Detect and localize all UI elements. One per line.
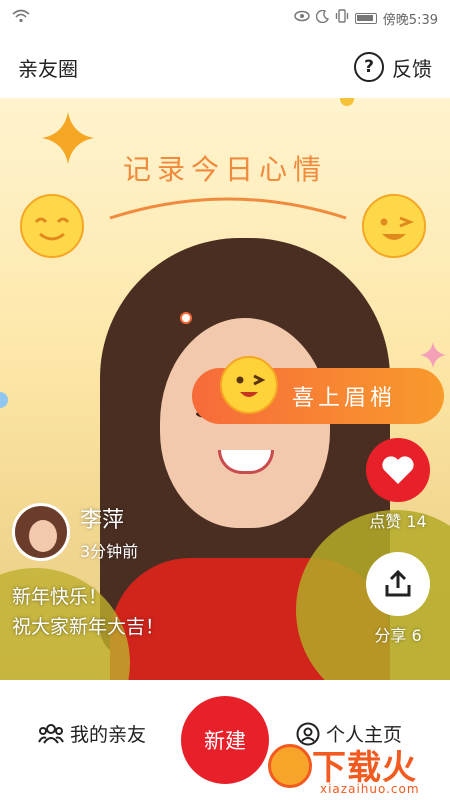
tab-my-friends-label: 我的亲友: [70, 724, 147, 746]
post-text-line: 新年快乐！: [12, 586, 108, 608]
headline-arc: [109, 197, 347, 220]
feedback-label: 反馈: [392, 56, 432, 81]
post-author[interactable]: 李萍 3分钟前: [12, 502, 138, 562]
post-text-line: 祝大家新年大吉！: [12, 616, 165, 638]
share-button[interactable]: [366, 552, 430, 616]
battery-icon: [354, 12, 377, 24]
status-time: 傍晚5:39: [382, 12, 438, 28]
mood-headline: 记录今日心情: [122, 153, 327, 186]
author-name: 李萍: [80, 508, 125, 533]
wifi-icon: [12, 9, 30, 27]
heart-icon: [382, 456, 414, 484]
new-post-button[interactable]: 新建: [181, 696, 269, 784]
post-time: 3分钟前: [80, 542, 139, 561]
watermark-sub: xiazaihuo.com: [320, 782, 420, 796]
mood-pill-label: 喜上眉梢: [292, 386, 397, 411]
friends-icon: [38, 723, 64, 744]
help-icon: ?: [354, 52, 384, 82]
wink-emoji-icon: [220, 356, 278, 414]
status-bar: 傍晚5:39: [0, 0, 450, 36]
eye-icon: [294, 10, 310, 26]
watermark-logo-icon: [268, 744, 312, 788]
slider-dot: [180, 312, 192, 324]
smile-icon: [20, 194, 84, 258]
watermark: 下载火 xiazaihuo.com: [262, 738, 450, 800]
post-text: 新年快乐！ 祝大家新年大吉！: [12, 582, 164, 642]
share-action[interactable]: 分享 6: [366, 552, 430, 646]
like-count: 点赞 14: [369, 512, 427, 531]
decor-dot: [0, 392, 8, 408]
bottom-nav: 我的亲友 新建 个人主页 下载火 xiazaihuo.com: [0, 680, 450, 800]
feedback-button[interactable]: ? 反馈: [354, 52, 432, 82]
post-card[interactable]: 记录今日心情 喜上眉梢 点赞 14 分享 6 李萍 3分钟前 新年快乐！ 祝大家…: [0, 98, 450, 680]
moon-icon: [315, 9, 329, 27]
app-header: 亲友圈 ? 反馈: [0, 36, 450, 98]
vibrate-icon: [335, 9, 349, 27]
like-button[interactable]: [366, 438, 430, 502]
page-title: 亲友圈: [18, 56, 78, 81]
sparkle-icon: [420, 342, 446, 368]
avatar[interactable]: [12, 503, 70, 561]
decor-dot: [340, 98, 354, 106]
share-count: 分享 6: [374, 626, 422, 645]
like-action[interactable]: 点赞 14: [366, 438, 430, 532]
tab-my-friends[interactable]: 我的亲友: [38, 720, 146, 747]
share-icon: [385, 569, 411, 597]
